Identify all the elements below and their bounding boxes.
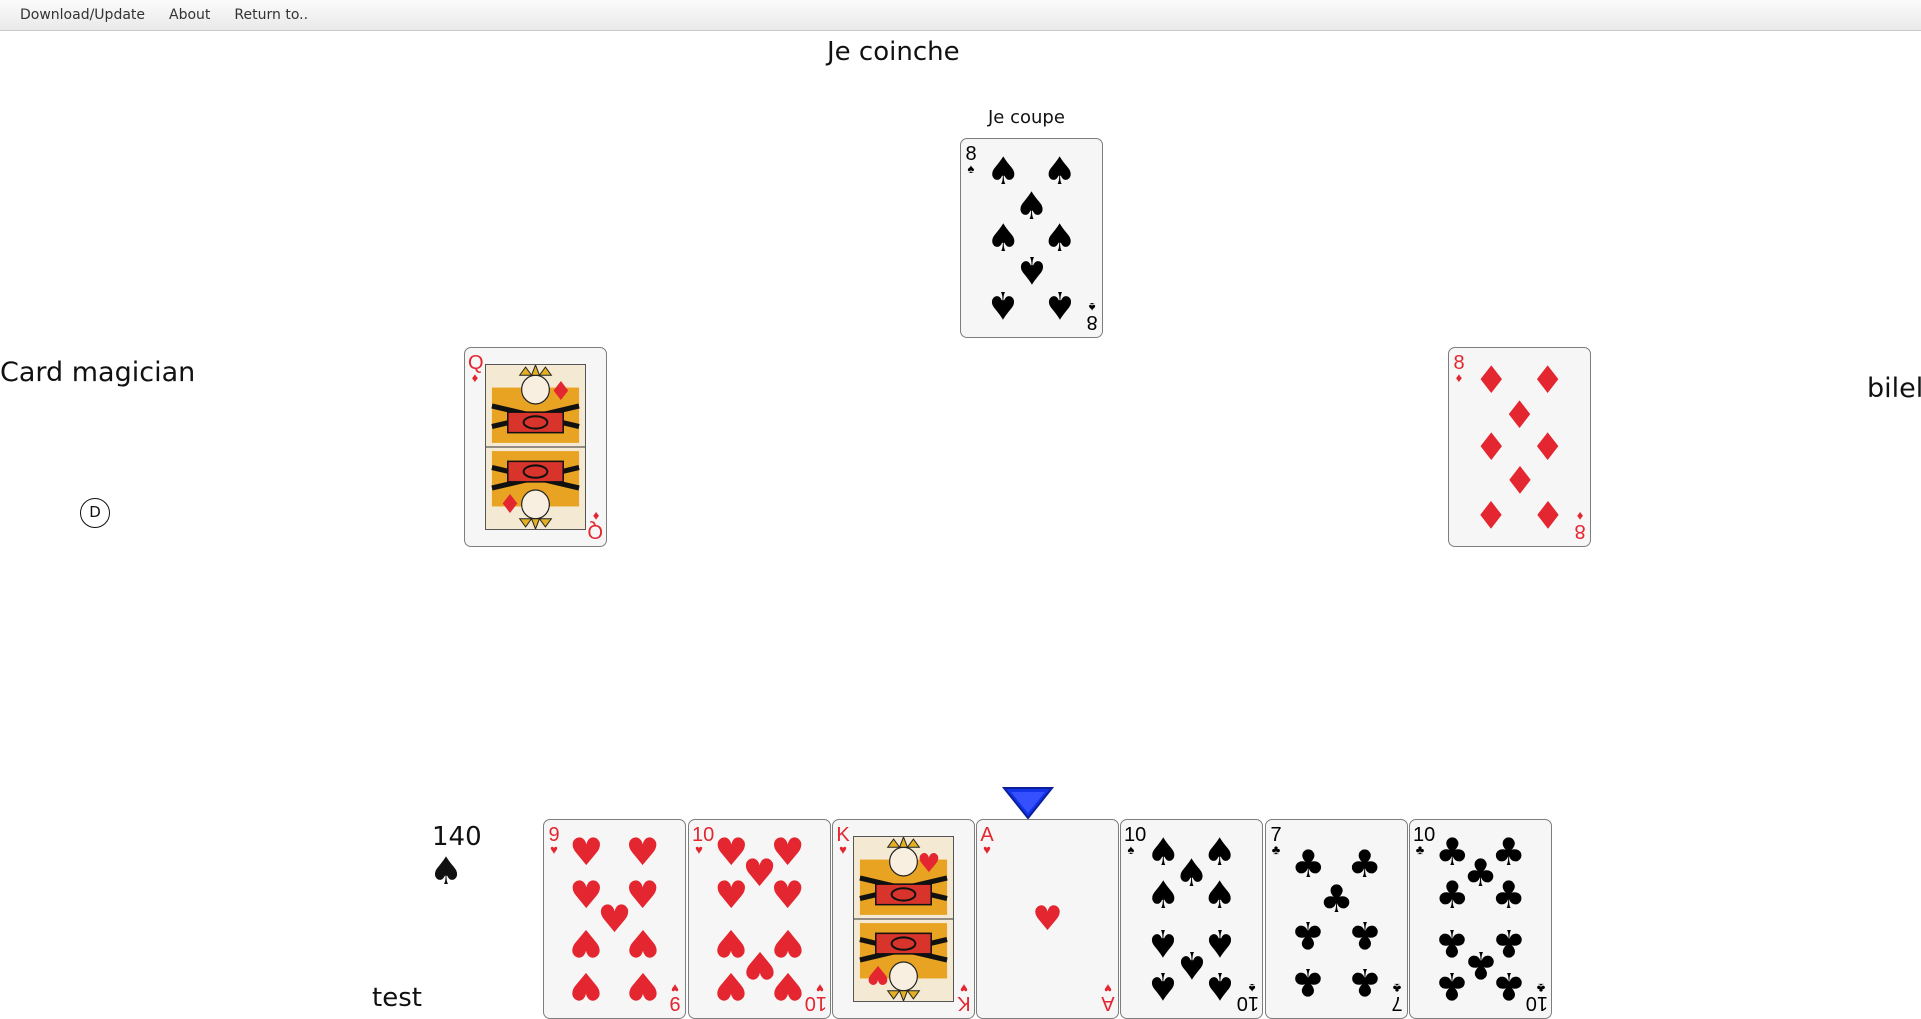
diamond-icon: ♦ — [1530, 492, 1565, 537]
club-icon: ♣ — [1291, 912, 1326, 957]
card-corner-index: 8 ♠ — [964, 144, 978, 175]
played-card-top: 8 ♠ 8 ♠ ♠ ♠ ♠ ♠ ♠ ♠ ♠ ♠ — [960, 138, 1103, 338]
card-corner-index: 9 ♥ — [547, 825, 561, 856]
heart-icon: ♥ — [625, 829, 660, 874]
player-right-name: bilel — [1867, 373, 1921, 404]
club-icon: ♣ — [1347, 960, 1382, 1005]
dealer-marker: D — [80, 498, 110, 528]
card-corner-index: 8 ♦ — [1573, 509, 1587, 542]
card-corner-index: K ♥ — [836, 825, 850, 856]
spade-icon: ♠ — [1202, 873, 1237, 918]
heart-icon: ♥ — [569, 964, 604, 1009]
heart-icon: ♥ — [866, 959, 890, 990]
bid-value: 140 — [432, 822, 482, 852]
hand-card[interactable]: 9 ♥ 9 ♥ ♥ ♥ ♥ ♥ ♥ ♥ ♥ ♥ ♥ — [543, 819, 686, 1019]
hand-card[interactable]: 10 ♠ 10 ♠ ♠ ♠ ♠ ♠ ♠ ♠ ♠ ♠ ♠ ♠ — [1120, 819, 1263, 1019]
spade-icon: ♠ — [1146, 873, 1181, 918]
club-icon: ♣ — [1491, 873, 1526, 918]
club-icon: ♣ — [1435, 964, 1470, 1009]
card-corner-index: 10 ♠ — [1124, 825, 1146, 856]
menu-download-update[interactable]: Download/Update — [20, 7, 145, 23]
card-rank: 10 — [1236, 992, 1259, 1014]
diamond-icon: ♦ — [549, 376, 573, 407]
spade-icon: ♠ — [1146, 964, 1181, 1009]
heart-icon: ♥ — [1032, 899, 1063, 939]
card-corner-index: 8 ♠ — [1085, 300, 1099, 333]
menu-return-to[interactable]: Return to.. — [234, 7, 308, 23]
heart-icon: ♥ — [770, 964, 805, 1009]
hand-card[interactable]: A ♥ A ♥ ♥ — [976, 819, 1119, 1019]
card-corner-index: A ♥ — [1101, 981, 1115, 1014]
card-corner-index: Q ♦ — [468, 353, 484, 384]
player-bottom-name: test — [372, 983, 422, 1013]
club-icon: ♣ — [1291, 960, 1326, 1005]
club-icon: ♣ — [1347, 912, 1382, 957]
announcement-top: Je coinche — [827, 37, 960, 67]
heart-icon: ♥ — [569, 920, 604, 965]
hand-card[interactable]: 10 ♥ 10 ♥ ♥ ♥ ♥ ♥ ♥ ♥ ♥ ♥ ♥ ♥ — [688, 819, 831, 1019]
heart-icon: ♥ — [714, 964, 749, 1009]
card-corner-index: 10 ♣ — [1526, 981, 1548, 1014]
triangle-down-icon — [1002, 787, 1054, 820]
heart-icon: ♥ — [625, 964, 660, 1009]
spade-icon: ♠ — [986, 283, 1021, 328]
spade-icon: ♠ — [1202, 964, 1237, 1009]
card-corner-index: 10 ♥ — [692, 825, 714, 856]
diamond-icon: ♦ — [498, 487, 522, 518]
hand-card[interactable]: 7 ♣ 7 ♣ ♣ ♣ ♣ ♣ ♣ ♣ ♣ — [1265, 819, 1408, 1019]
club-icon: ♣ — [1435, 873, 1470, 918]
heart-icon: ♥ — [569, 829, 604, 874]
hand-card[interactable]: K ♥ K ♥ ♥ ♥ — [832, 819, 975, 1019]
card-corner-index: 7 ♣ — [1390, 981, 1404, 1014]
card-corner-index: 10 ♣ — [1413, 825, 1435, 856]
menu-bar: Download/Update About Return to.. — [0, 0, 1921, 31]
card-corner-index: 8 ♦ — [1452, 353, 1466, 384]
played-card-left: Q ♦ Q ♦ ♦ ♦ — [464, 347, 607, 547]
card-corner-index: Q ♦ — [587, 509, 603, 542]
card-corner-index: 7 ♣ — [1269, 825, 1283, 856]
card-corner-index: K ♥ — [957, 981, 971, 1014]
diamond-icon: ♦ — [1474, 492, 1509, 537]
hand-card[interactable]: 10 ♣ 10 ♣ ♣ ♣ ♣ ♣ ♣ ♣ ♣ ♣ ♣ ♣ — [1409, 819, 1552, 1019]
card-corner-index: 10 ♠ — [1237, 981, 1259, 1014]
played-card-right: 8 ♦ 8 ♦ ♦ ♦ ♦ ♦ ♦ ♦ ♦ ♦ — [1448, 347, 1591, 547]
club-icon: ♣ — [1491, 964, 1526, 1009]
heart-icon: ♥ — [625, 920, 660, 965]
heart-icon: ♥ — [917, 848, 941, 879]
player-top-bid: Je coupe — [988, 107, 1065, 128]
card-corner-index: 9 ♥ — [668, 981, 682, 1014]
heart-icon: ♥ — [770, 873, 805, 918]
card-corner-index: 10 ♥ — [805, 981, 827, 1014]
menu-about[interactable]: About — [169, 7, 210, 23]
heart-icon: ♥ — [714, 873, 749, 918]
card-corner-index: A ♥ — [980, 825, 994, 856]
spade-icon: ♠ — [1042, 283, 1077, 328]
player-left-name: Card magician — [0, 357, 196, 388]
spade-icon: ♠ — [429, 849, 464, 893]
